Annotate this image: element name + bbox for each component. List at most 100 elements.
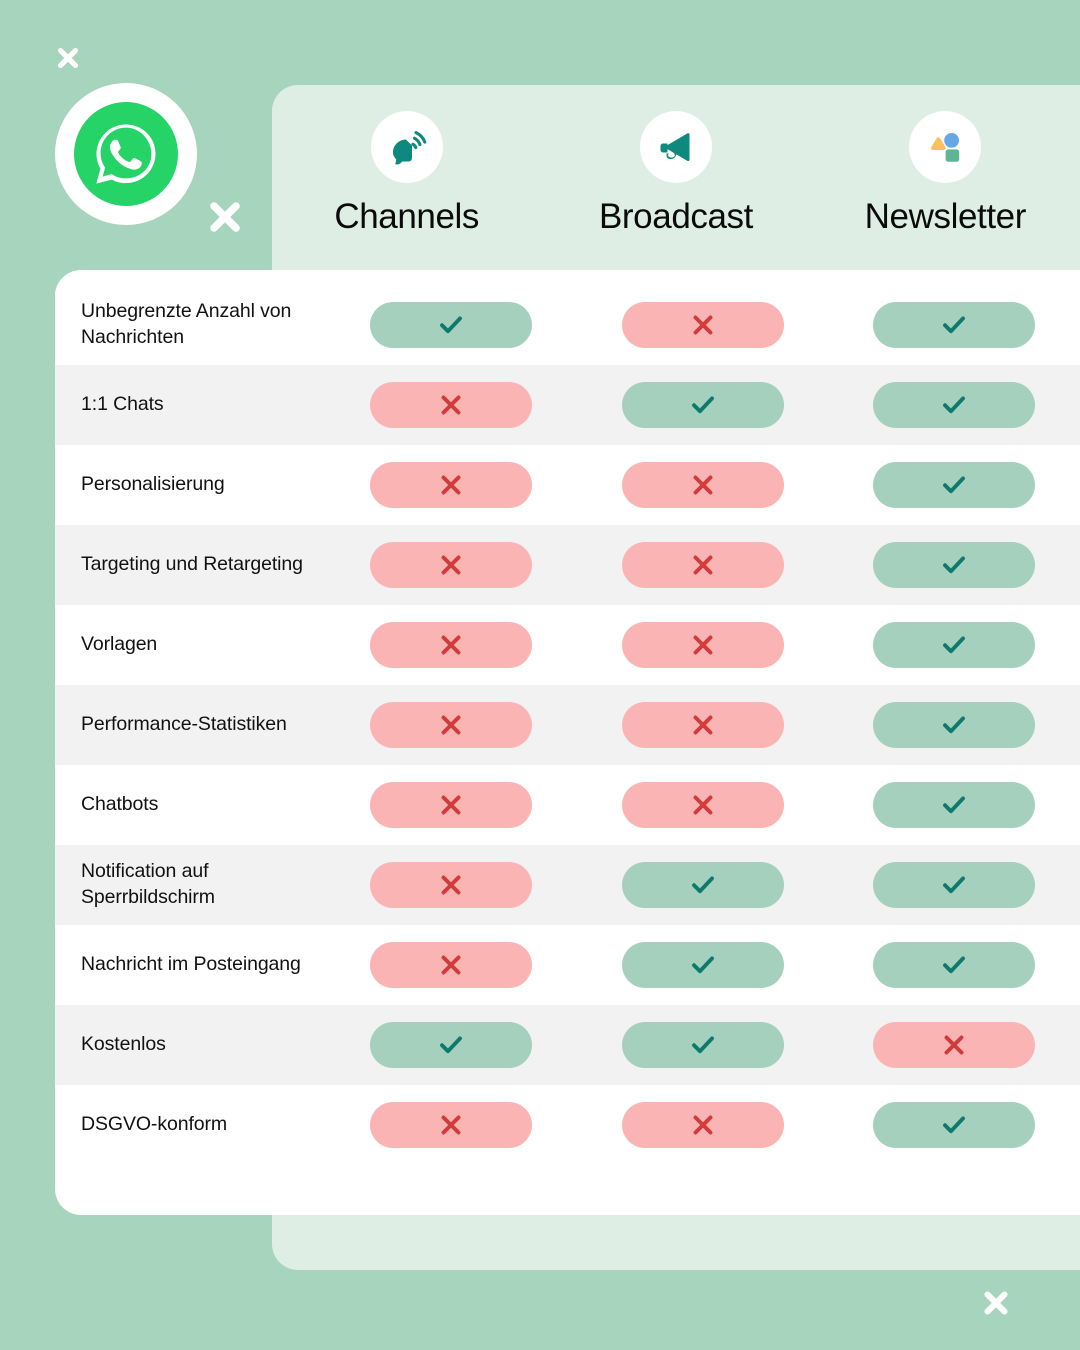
close-x-icon	[206, 198, 244, 236]
cross-pill	[621, 1102, 784, 1148]
feature-cell-broadcast	[577, 1022, 829, 1068]
feature-cell-channels	[325, 862, 577, 908]
feature-cell-newsletter	[828, 302, 1080, 348]
feature-cell-newsletter	[828, 1022, 1080, 1068]
check-pill	[621, 942, 784, 988]
feature-value-group	[325, 1022, 1080, 1068]
cross-pill	[621, 622, 784, 668]
check-pill	[873, 1102, 1036, 1148]
feature-value-group	[325, 782, 1080, 828]
feature-cell-broadcast	[577, 1102, 829, 1148]
column-header-channels[interactable]: Channels	[272, 85, 541, 237]
feature-label: Vorlagen	[81, 633, 158, 656]
cross-pill	[369, 1102, 532, 1148]
feature-label: Personalisierung	[81, 473, 225, 496]
feature-cell-broadcast	[577, 862, 829, 908]
check-pill	[621, 382, 784, 428]
feature-value-group	[325, 542, 1080, 588]
check-pill	[369, 1022, 532, 1068]
feature-value-group	[325, 862, 1080, 908]
cross-pill	[369, 942, 532, 988]
feature-cell-broadcast	[577, 542, 829, 588]
check-pill	[873, 862, 1036, 908]
feature-value-group	[325, 622, 1080, 668]
comparison-table-body: Unbegrenzte Anzahl von Nachrichten 1:1 Ch…	[55, 285, 1080, 1165]
check-pill	[873, 542, 1036, 588]
feature-label: Chatbots	[81, 793, 159, 816]
feature-cell-newsletter	[828, 1102, 1080, 1148]
feature-label: 1:1 Chats	[81, 393, 164, 416]
check-pill	[873, 782, 1036, 828]
comparison-table-card: Unbegrenzte Anzahl von Nachrichten 1:1 Ch…	[55, 270, 1080, 1215]
table-row: Kostenlos	[55, 1005, 1080, 1085]
newsletter-shapes-icon	[909, 111, 982, 183]
column-header-label: Newsletter	[864, 197, 1027, 236]
cross-pill	[621, 462, 784, 508]
cross-pill	[873, 1022, 1036, 1068]
whatsapp-logo-icon	[55, 83, 197, 225]
check-pill	[873, 382, 1036, 428]
feature-label: Unbegrenzte Anzahl von Nachrichten	[81, 300, 292, 348]
column-header-label: Broadcast	[598, 197, 753, 236]
feature-cell-channels	[325, 302, 577, 348]
cross-pill	[369, 542, 532, 588]
check-pill	[873, 702, 1036, 748]
cross-pill	[369, 782, 532, 828]
feature-cell-channels	[325, 1102, 577, 1148]
cross-pill	[621, 782, 784, 828]
cross-pill	[621, 302, 784, 348]
cross-pill	[369, 382, 532, 428]
column-header-newsletter[interactable]: Newsletter	[811, 85, 1080, 237]
cross-pill	[621, 542, 784, 588]
table-row: Personalisierung	[55, 445, 1080, 525]
feature-cell-broadcast	[577, 382, 829, 428]
feature-cell-channels	[325, 1022, 577, 1068]
table-row: Nachricht im Posteingang	[55, 925, 1080, 1005]
broadcast-megaphone-icon	[639, 111, 712, 183]
feature-cell-newsletter	[828, 462, 1080, 508]
feature-cell-broadcast	[577, 622, 829, 668]
column-header-label: Channels	[334, 197, 479, 236]
check-pill	[873, 942, 1036, 988]
feature-label: DSGVO-konform	[81, 1113, 228, 1136]
table-row: Chatbots	[55, 765, 1080, 845]
check-pill	[621, 1022, 784, 1068]
feature-cell-newsletter	[828, 782, 1080, 828]
comparison-header-row: Channels Broadcast Newsletter	[272, 85, 1080, 270]
channels-speaker-icon	[370, 111, 443, 183]
check-pill	[369, 302, 532, 348]
column-header-broadcast[interactable]: Broadcast	[541, 85, 810, 237]
feature-value-group	[325, 702, 1080, 748]
check-pill	[873, 462, 1036, 508]
table-row: Targeting und Retargeting	[55, 525, 1080, 605]
feature-cell-channels	[325, 462, 577, 508]
cross-pill	[369, 622, 532, 668]
feature-cell-newsletter	[828, 942, 1080, 988]
close-x-icon	[55, 45, 81, 71]
table-row: DSGVO-konform	[55, 1085, 1080, 1165]
feature-cell-channels	[325, 542, 577, 588]
feature-cell-newsletter	[828, 382, 1080, 428]
feature-label: Targeting und Retargeting	[81, 553, 303, 576]
feature-cell-channels	[325, 622, 577, 668]
table-row: Vorlagen	[55, 605, 1080, 685]
cross-pill	[621, 702, 784, 748]
table-row: 1:1 Chats	[55, 365, 1080, 445]
cross-pill	[369, 462, 532, 508]
feature-value-group	[325, 302, 1080, 348]
feature-cell-newsletter	[828, 862, 1080, 908]
feature-cell-channels	[325, 382, 577, 428]
feature-cell-broadcast	[577, 942, 829, 988]
feature-cell-newsletter	[828, 702, 1080, 748]
feature-cell-newsletter	[828, 542, 1080, 588]
feature-cell-broadcast	[577, 702, 829, 748]
check-pill	[873, 622, 1036, 668]
feature-cell-newsletter	[828, 622, 1080, 668]
feature-cell-channels	[325, 782, 577, 828]
check-pill	[621, 862, 784, 908]
feature-cell-broadcast	[577, 782, 829, 828]
feature-label: Kostenlos	[81, 1033, 166, 1056]
close-x-icon	[981, 1288, 1011, 1318]
feature-label: Notification auf Sperrbildschirm	[81, 860, 215, 908]
check-pill	[873, 302, 1036, 348]
